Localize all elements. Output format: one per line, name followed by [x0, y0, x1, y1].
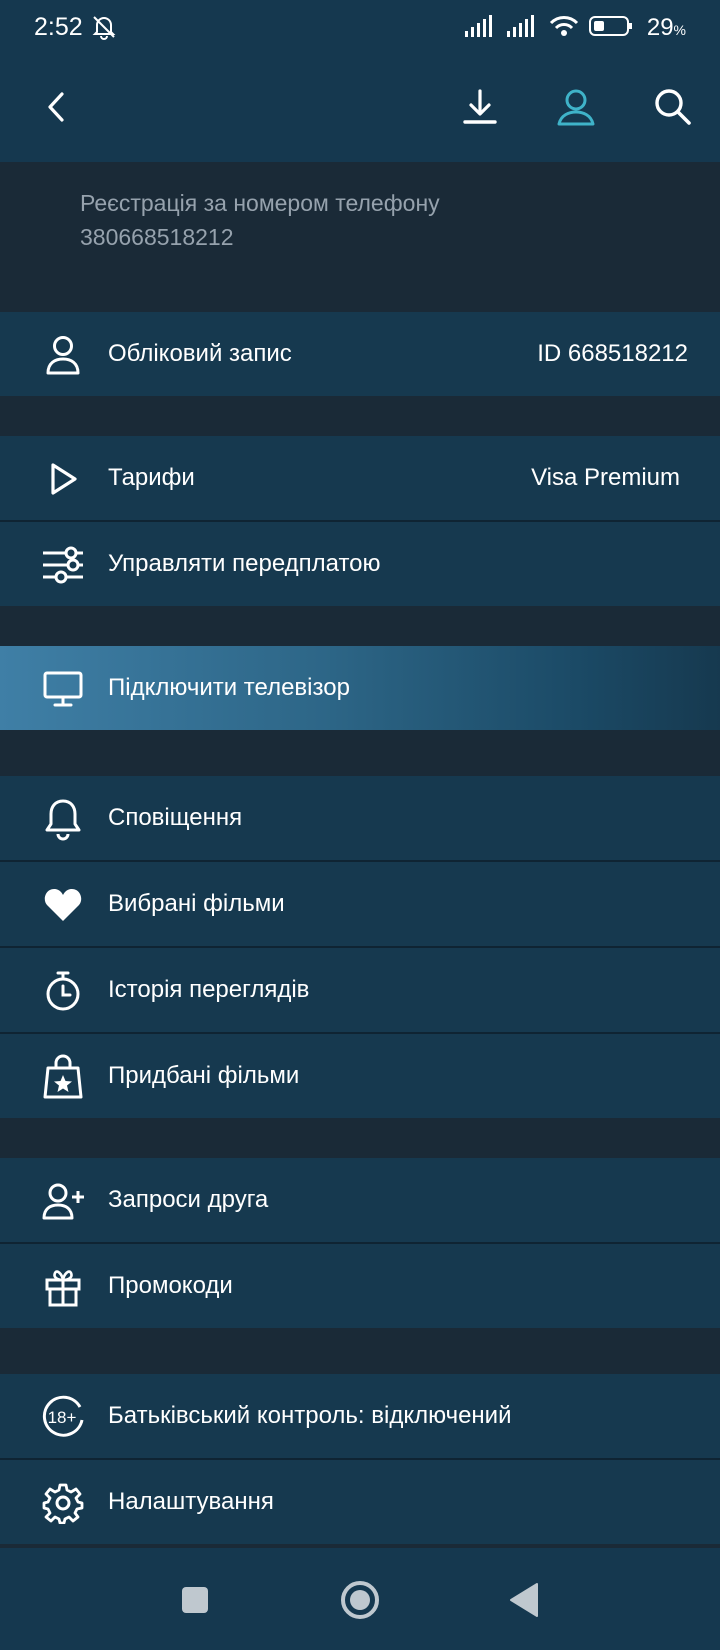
download-button[interactable] — [455, 82, 505, 132]
back-button[interactable] — [32, 82, 82, 132]
menu-item-promo[interactable]: Промокоди — [0, 1244, 720, 1328]
menu-item-account[interactable]: Обліковий запис ID 668518212 — [0, 312, 720, 396]
menu-item-label: Вибрані фільми — [108, 890, 285, 917]
home-button[interactable] — [338, 1578, 382, 1622]
menu-item-history[interactable]: Історія переглядів — [0, 948, 720, 1032]
battery-icon — [588, 15, 633, 42]
menu-item-connect-tv[interactable]: Підключити телевізор — [0, 646, 720, 730]
battery-unit: % — [673, 22, 686, 38]
menu-item-label: Обліковий запис — [108, 340, 292, 367]
account-id: ID 668518212 — [537, 340, 688, 367]
stopwatch-icon — [40, 968, 86, 1014]
tariff-value: Visa Premium — [531, 464, 680, 491]
triangle-back-icon — [510, 1583, 538, 1617]
signal-icon-2 — [506, 14, 539, 42]
shopping-bag-star-icon — [40, 1054, 86, 1100]
menu-item-label: Промокоди — [108, 1272, 233, 1299]
menu-item-label: Підключити телевізор — [108, 674, 350, 701]
profile-button[interactable] — [551, 82, 601, 132]
menu-item-notifications[interactable]: Сповіщення — [0, 776, 720, 860]
registration-label: Реєстрація за номером телефону — [80, 190, 440, 216]
age-18-icon: 18+ — [40, 1394, 86, 1440]
gear-icon — [40, 1480, 86, 1526]
menu-item-tariffs[interactable]: Тарифи Visa Premium — [0, 436, 720, 520]
age-badge-text: 18+ — [48, 1408, 77, 1427]
download-icon — [463, 89, 497, 124]
menu-item-label: Історія переглядів — [108, 976, 310, 1003]
system-back-button[interactable] — [502, 1578, 546, 1622]
recents-button[interactable] — [173, 1578, 217, 1622]
menu-item-label: Налаштування — [108, 1488, 274, 1515]
square-icon — [182, 1587, 208, 1613]
home-circle-icon — [341, 1581, 379, 1619]
heart-icon — [40, 882, 86, 928]
status-right: 29% — [464, 14, 686, 42]
menu-item-invite[interactable]: Запроси друга — [0, 1158, 720, 1242]
menu-item-label: Тарифи — [108, 464, 195, 491]
menu-item-label: Запроси друга — [108, 1186, 269, 1213]
chevron-left-icon — [48, 92, 64, 122]
monitor-icon — [40, 666, 86, 712]
user-icon — [557, 89, 595, 126]
phone-number: 380668518212 — [80, 224, 234, 250]
system-nav-bar — [0, 1548, 720, 1650]
play-icon — [40, 456, 86, 502]
add-user-icon — [40, 1178, 86, 1224]
menu-item-label: Управляти передплатою — [108, 550, 381, 577]
app-bar — [0, 56, 720, 162]
muted-bell-icon — [90, 14, 118, 45]
person-icon — [40, 332, 86, 378]
battery-percent: 29% — [647, 14, 686, 42]
search-icon — [655, 89, 691, 125]
menu-item-subscription[interactable]: Управляти передплатою — [0, 522, 720, 606]
menu-item-label: Сповіщення — [108, 804, 243, 831]
menu-item-purchased[interactable]: Придбані фільми — [0, 1034, 720, 1118]
registration-info: Реєстрація за номером телефону 380668518… — [0, 162, 720, 312]
status-bar: 2:52 29% — [0, 0, 720, 56]
menu-item-settings[interactable]: Налаштування — [0, 1460, 720, 1544]
wifi-icon — [549, 15, 579, 42]
menu-item-label: Батьківський контроль: відключений — [108, 1402, 512, 1429]
menu-item-favorites[interactable]: Вибрані фільми — [0, 862, 720, 946]
bell-icon — [40, 796, 86, 842]
gift-icon — [40, 1264, 86, 1310]
signal-icon — [464, 14, 497, 42]
menu-item-parental-control[interactable]: 18+ Батьківський контроль: відключений — [0, 1374, 720, 1458]
search-button[interactable] — [648, 82, 698, 132]
battery-value: 29 — [646, 14, 674, 41]
status-time: 2:52 — [34, 13, 83, 41]
sliders-icon — [40, 542, 86, 588]
menu-item-label: Придбані фільми — [108, 1062, 300, 1089]
